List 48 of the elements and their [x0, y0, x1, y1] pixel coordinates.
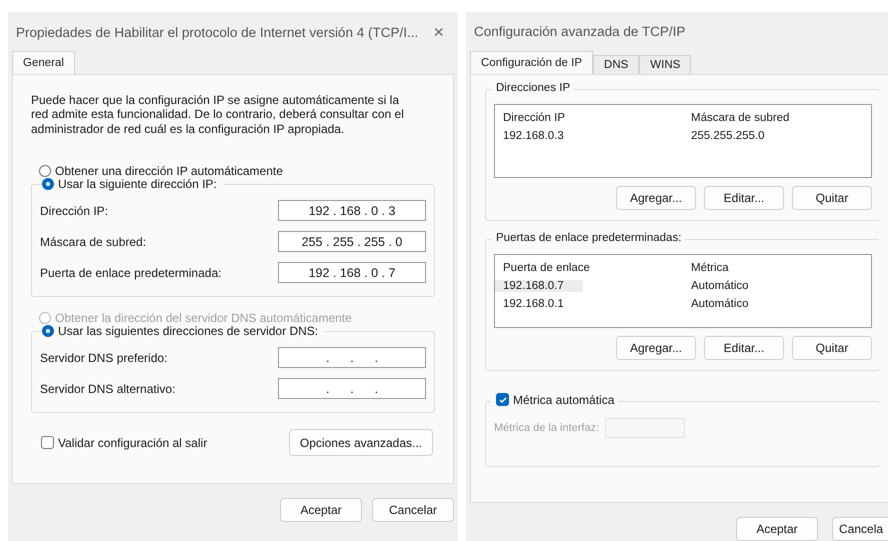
tab[interactable]: General: [12, 51, 75, 74]
field-label: Puerta de enlace predeterminada:: [40, 266, 222, 280]
column-header[interactable]: Puerta de enlace: [495, 258, 683, 277]
group-title: Puertas de enlace predeterminadas:: [492, 232, 686, 244]
close-button[interactable]: ×: [427, 22, 450, 42]
ip-address-field[interactable]: 192 . 168 . 0 . 3: [278, 200, 426, 222]
list-item[interactable]: 255.255.255.0: [683, 130, 871, 142]
list-item[interactable]: 192.168.0.1: [495, 298, 683, 310]
list-button[interactable]: Agregar...: [616, 186, 696, 210]
description-text: Puede hacer que la configuración IP se asigne automáticamente si la red admite esta funcionalidad. De lo contrario, deberá consultar con el administrador de red cuál es la configuración IP apropiada.: [31, 93, 405, 136]
tab[interactable]: WINS: [639, 54, 692, 74]
list-item[interactable]: 192.168.0.3: [495, 130, 683, 142]
tab[interactable]: DNS: [593, 54, 640, 74]
ip-address-field[interactable]: . . .: [278, 378, 426, 400]
list-item[interactable]: Automático: [683, 298, 871, 310]
list-button[interactable]: Editar...: [704, 186, 784, 210]
window-title: Configuración avanzada de TCP/IP: [474, 24, 686, 40]
list-item[interactable]: Automático: [683, 280, 871, 292]
list-button[interactable]: Quitar: [792, 186, 872, 210]
radio-option[interactable]: Obtener una dirección IP automáticamente: [39, 164, 435, 178]
window-title: Propiedades de Habilitar el protocolo de Internet versión 4 (TCP/I...: [16, 24, 418, 40]
ip-address-field[interactable]: 255 . 255 . 255 . 0: [278, 231, 426, 252]
dialog-button[interactable]: Aceptar: [736, 517, 818, 541]
field-label: Servidor DNS preferido:: [40, 350, 168, 365]
field-label: Servidor DNS alternativo:: [40, 382, 176, 396]
checkmark-icon: [498, 394, 508, 405]
list-button[interactable]: Editar...: [704, 336, 784, 360]
column-header[interactable]: Máscara de subred: [683, 108, 871, 127]
field-label: Métrica de la interfaz:: [494, 422, 600, 434]
ip-address-field[interactable]: . . .: [278, 347, 426, 368]
tab[interactable]: Configuración de IP: [470, 50, 594, 74]
list-button[interactable]: Agregar...: [616, 336, 696, 360]
ip-address-field[interactable]: 192 . 168 . 0 . 7: [278, 262, 426, 284]
radio-option[interactable]: Usar la siguiente dirección IP:: [42, 177, 223, 192]
checkbox-option[interactable]: Métrica automática: [492, 392, 618, 407]
dialog-button[interactable]: Cancela: [832, 517, 888, 541]
list-button[interactable]: Quitar: [792, 336, 872, 360]
field-label: Dirección IP:: [40, 204, 108, 218]
column-header[interactable]: Métrica: [683, 258, 871, 277]
list-item[interactable]: 192.168.0.7: [495, 280, 583, 292]
radio-option[interactable]: Usar las siguientes direcciones de servidor DNS:: [42, 324, 324, 338]
advanced-options-button[interactable]: Opciones avanzadas...: [288, 429, 433, 456]
dialog-button[interactable]: Cancelar: [372, 498, 454, 522]
dialog-button[interactable]: Aceptar: [280, 498, 362, 522]
field-label: Máscara de subred:: [40, 234, 146, 249]
checkbox-option[interactable]: Validar configuración al salir: [41, 436, 208, 450]
group-title: Direcciones IP: [492, 82, 574, 94]
column-header[interactable]: Dirección IP: [495, 108, 683, 127]
